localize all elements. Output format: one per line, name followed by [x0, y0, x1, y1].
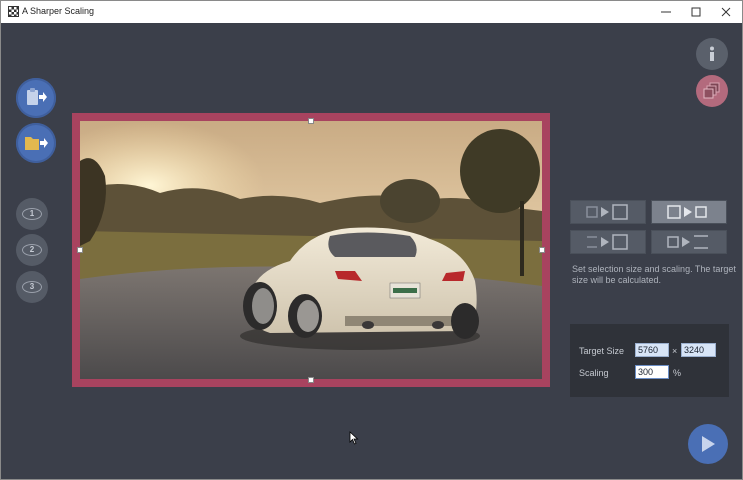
preset-3-label: 3 [29, 282, 35, 291]
scaling-input[interactable] [635, 365, 669, 379]
crop-mode-icon [667, 235, 708, 249]
preset-2-label: 2 [29, 245, 35, 254]
minimize-button[interactable] [651, 1, 681, 23]
title-bar: A Sharper Scaling [1, 1, 742, 23]
copy-button[interactable] [696, 75, 728, 107]
paste-button[interactable] [16, 78, 56, 118]
mouse-cursor-icon [349, 431, 359, 445]
mode-shrink-button[interactable] [651, 200, 727, 224]
mode-expand-button[interactable] [570, 200, 646, 224]
eye-2-icon: 2 [22, 244, 42, 256]
times-sign: × [672, 346, 678, 356]
preset-1-label: 1 [29, 209, 35, 218]
folder-arrow-icon [25, 137, 48, 150]
main-area: 1 2 3 Set selection size and scaling. Th… [1, 23, 742, 479]
open-folder-button[interactable] [16, 123, 56, 163]
preset-3-button[interactable]: 3 [16, 271, 48, 303]
close-icon [721, 7, 731, 17]
expand-mode-icon [586, 204, 628, 220]
handle-top[interactable] [308, 118, 314, 124]
hint-text: Set selection size and scaling. The targ… [572, 264, 736, 285]
target-size-panel: Target Size × Scaling % [570, 324, 729, 397]
shrink-mode-icon [667, 205, 707, 219]
clipboard-arrow-icon [27, 88, 47, 105]
eye-1-icon: 1 [22, 208, 42, 220]
preset-2-button[interactable]: 2 [16, 234, 48, 266]
percent-sign: % [673, 368, 682, 378]
fit-mode-icon [587, 234, 628, 250]
car-photo [80, 121, 542, 379]
close-button[interactable] [711, 1, 741, 23]
scaling-label: Scaling [579, 368, 609, 378]
start-scaling-button[interactable] [688, 424, 728, 464]
handle-left[interactable] [77, 247, 83, 253]
mode-crop-button[interactable] [651, 230, 727, 254]
mode-fit-button[interactable] [570, 230, 646, 254]
maximize-button[interactable] [681, 1, 711, 23]
preset-1-button[interactable]: 1 [16, 198, 48, 230]
play-icon [702, 436, 715, 452]
minimize-icon [661, 11, 671, 13]
photo-preview [80, 121, 542, 379]
info-button[interactable] [696, 38, 728, 70]
target-width-input[interactable] [635, 343, 669, 357]
app-window: A Sharper Scaling 1 2 3 Set selection si… [0, 0, 743, 480]
app-icon [8, 6, 19, 17]
handle-right[interactable] [539, 247, 545, 253]
maximize-icon [691, 7, 701, 17]
target-size-label: Target Size [579, 346, 625, 356]
copy-stack-icon [703, 82, 720, 99]
handle-bottom[interactable] [308, 377, 314, 383]
eye-3-icon: 3 [22, 281, 42, 293]
window-title: A Sharper Scaling [22, 6, 95, 16]
target-height-input[interactable] [681, 343, 716, 357]
info-icon [710, 46, 714, 61]
